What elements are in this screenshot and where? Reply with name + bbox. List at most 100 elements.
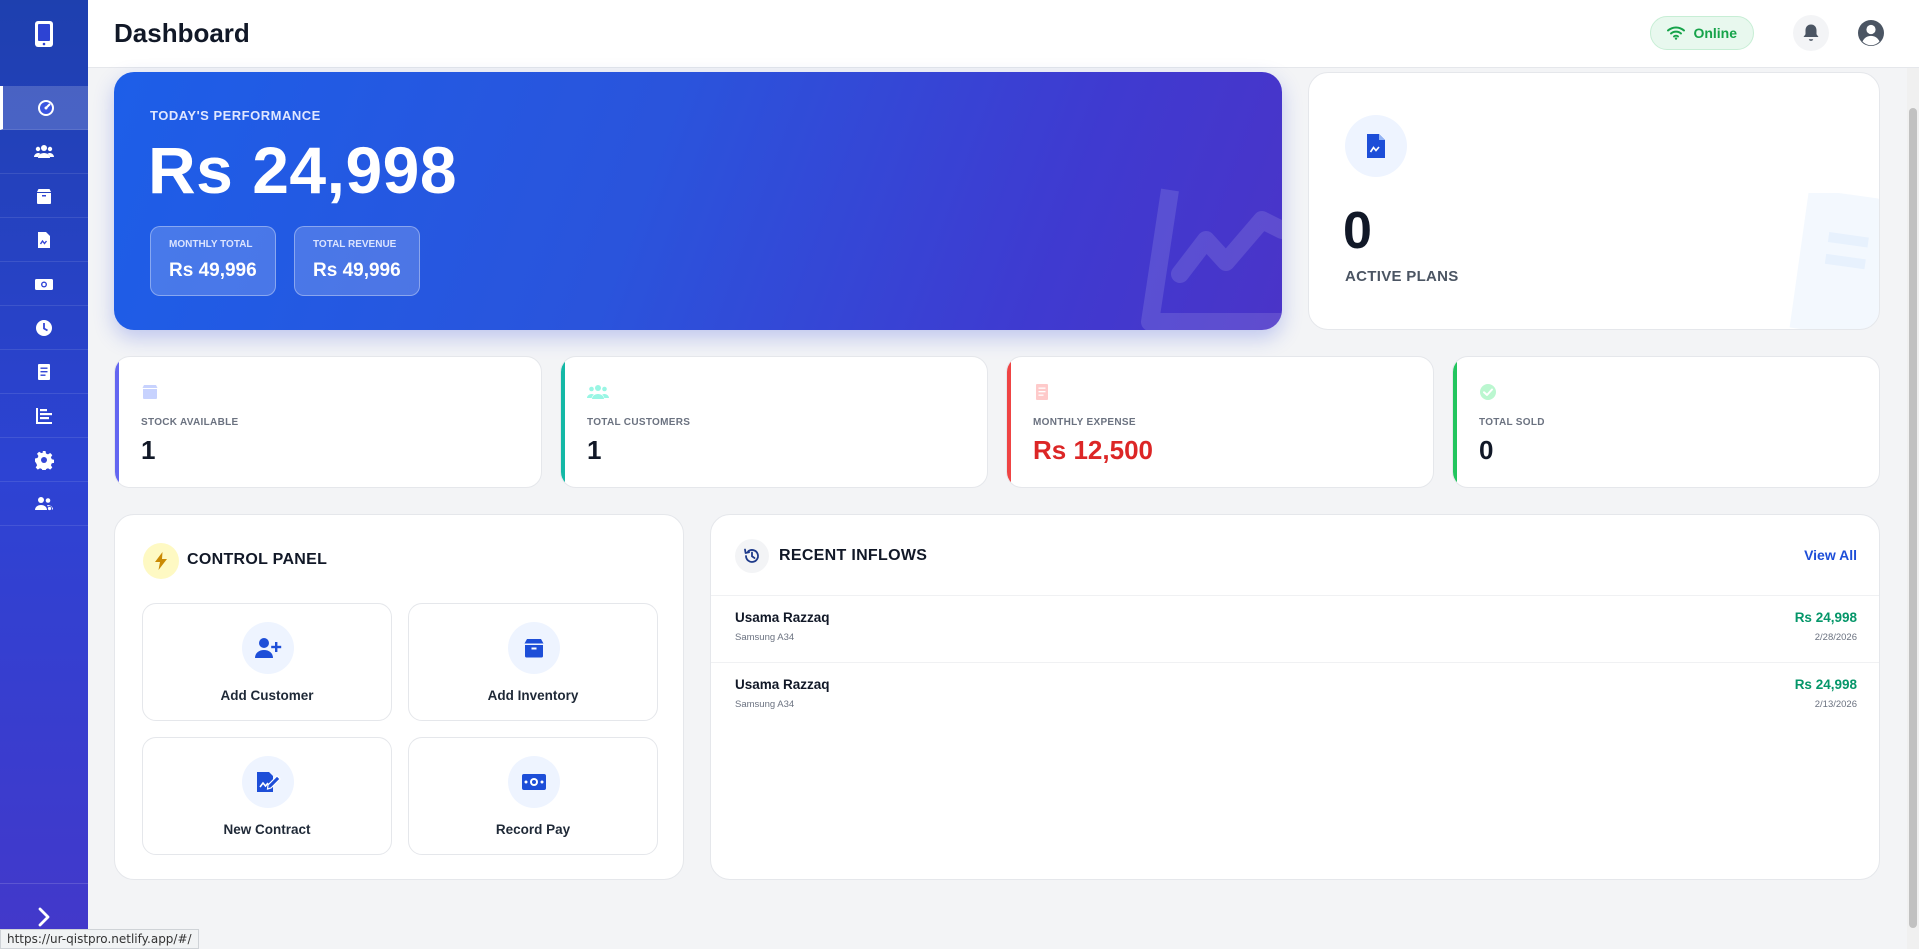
settings-gear-icon <box>35 450 54 470</box>
analytics-chart-icon <box>36 407 52 424</box>
customers-icon <box>587 385 609 399</box>
action-label: New Contract <box>223 822 311 837</box>
stat-value: 1 <box>141 435 156 465</box>
sidebar-item-settings[interactable] <box>0 438 88 482</box>
sidebar-item-analytics[interactable] <box>0 394 88 438</box>
stat-accent-bar <box>115 357 119 487</box>
user-plus-icon <box>255 638 282 658</box>
stat-value: 1 <box>587 435 602 465</box>
monthly-total-label: MONTHLY TOTAL <box>169 239 253 250</box>
history-clock-icon <box>36 319 52 336</box>
page-title: Dashboard <box>114 18 250 48</box>
stat-card-expense: MONTHLY EXPENSE Rs 12,500 <box>1006 356 1434 488</box>
contract-document-icon <box>38 231 50 248</box>
chevron-right-icon <box>38 907 50 926</box>
total-revenue-box: TOTAL REVENUE Rs 49,996 <box>294 226 420 296</box>
wifi-icon <box>1667 26 1686 40</box>
sidebar <box>0 0 88 949</box>
stat-value: 0 <box>1479 435 1494 465</box>
active-plans-label: ACTIVE PLANS <box>1345 268 1459 285</box>
inflow-item: Samsung A34 <box>735 699 795 710</box>
stat-accent-bar <box>1007 357 1011 487</box>
ledger-report-icon <box>38 363 50 380</box>
view-all-link[interactable]: View All <box>1804 547 1857 563</box>
monthly-total-box: MONTHLY TOTAL Rs 49,996 <box>150 226 276 296</box>
control-panel: CONTROL PANEL Add Customer Add Inventory… <box>114 514 684 880</box>
inventory-box-icon <box>37 188 51 204</box>
contract-edit-icon <box>257 772 281 792</box>
total-revenue-value: Rs 49,996 <box>313 260 401 281</box>
stat-card-sold: TOTAL SOLD 0 <box>1452 356 1880 488</box>
top-header: Dashboard Online <box>88 0 1919 68</box>
lightning-bolt-icon <box>155 552 167 570</box>
add-inventory-button[interactable]: Add Inventory <box>408 603 658 721</box>
action-label: Add Inventory <box>487 688 579 703</box>
stat-label: TOTAL CUSTOMERS <box>587 417 691 428</box>
smartphone-icon <box>35 21 53 47</box>
active-plans-value: 0 <box>1343 202 1372 260</box>
user-circle-icon <box>1858 20 1884 46</box>
stat-card-stock: STOCK AVAILABLE 1 <box>114 356 542 488</box>
action-label: Record Pay <box>495 822 571 837</box>
online-status-text: Online <box>1693 25 1737 41</box>
history-icon-badge <box>735 539 769 573</box>
total-revenue-label: TOTAL REVENUE <box>313 239 397 250</box>
todays-performance-card: TODAY'S PERFORMANCE Rs 24,998 MONTHLY TO… <box>114 72 1282 330</box>
customers-icon <box>34 144 54 158</box>
inflow-customer-name: Usama Razzaq <box>735 677 830 692</box>
sidebar-item-ledger[interactable] <box>0 350 88 394</box>
inflow-date: 2/13/2026 <box>1814 699 1857 710</box>
new-contract-button[interactable]: New Contract <box>142 737 392 855</box>
todays-performance-value: Rs 24,998 <box>148 133 458 207</box>
sidebar-item-history[interactable] <box>0 306 88 350</box>
action-icon-badge <box>508 756 560 808</box>
users-group-icon <box>35 496 53 511</box>
recent-inflows-panel: RECENT INFLOWS View All Usama Razzaq Sam… <box>710 514 1880 880</box>
sidebar-item-customers[interactable] <box>0 130 88 174</box>
action-icon-badge <box>508 622 560 674</box>
box-icon <box>524 639 544 658</box>
sidebar-item-users[interactable] <box>0 482 88 526</box>
plans-icon-badge <box>1345 115 1407 177</box>
payments-cash-icon <box>35 278 53 290</box>
stat-card-customers: TOTAL CUSTOMERS 1 <box>560 356 988 488</box>
page-scrollbar-thumb[interactable] <box>1909 108 1917 928</box>
inflow-item: Samsung A34 <box>735 632 795 643</box>
inflow-row[interactable]: Usama Razzaq Samsung A34 Rs 24,998 2/13/… <box>711 662 1879 729</box>
receipt-icon <box>1036 384 1048 400</box>
document-watermark-icon <box>1789 193 1879 329</box>
box-icon <box>142 385 158 399</box>
sidebar-nav <box>0 86 88 526</box>
record-pay-button[interactable]: Record Pay <box>408 737 658 855</box>
notifications-button[interactable] <box>1793 15 1829 51</box>
inflow-date: 2/28/2026 <box>1814 632 1857 643</box>
stat-accent-bar <box>1453 357 1457 487</box>
todays-performance-label: TODAY'S PERFORMANCE <box>150 108 321 123</box>
dashboard-icon <box>37 99 54 116</box>
monthly-total-value: Rs 49,996 <box>169 260 257 281</box>
sidebar-item-dashboard[interactable] <box>0 86 88 130</box>
inflow-amount: Rs 24,998 <box>1794 677 1857 692</box>
add-customer-button[interactable]: Add Customer <box>142 603 392 721</box>
browser-status-url: https://ur-qistpro.netlify.app/#/ <box>0 929 199 949</box>
lightning-icon-badge <box>143 543 179 579</box>
app-logo[interactable] <box>0 0 88 68</box>
history-icon <box>744 548 759 563</box>
action-label: Add Customer <box>220 688 314 703</box>
inflow-amount: Rs 24,998 <box>1794 610 1857 625</box>
control-panel-title: CONTROL PANEL <box>187 551 328 568</box>
sidebar-item-contracts[interactable] <box>0 218 88 262</box>
active-plans-card: 0 ACTIVE PLANS <box>1308 72 1880 330</box>
bell-icon <box>1803 24 1819 41</box>
sidebar-item-payments[interactable] <box>0 262 88 306</box>
stat-label: TOTAL SOLD <box>1479 417 1545 428</box>
sidebar-item-inventory[interactable] <box>0 174 88 218</box>
action-icon-badge <box>242 756 294 808</box>
contract-document-icon <box>1367 134 1385 158</box>
user-profile-button[interactable] <box>1853 15 1889 51</box>
action-icon-badge <box>242 622 294 674</box>
inflow-row[interactable]: Usama Razzaq Samsung A34 Rs 24,998 2/28/… <box>711 595 1879 662</box>
online-status-badge: Online <box>1650 16 1754 50</box>
trend-chart-watermark-icon <box>1141 188 1282 330</box>
stat-label: MONTHLY EXPENSE <box>1033 417 1136 428</box>
